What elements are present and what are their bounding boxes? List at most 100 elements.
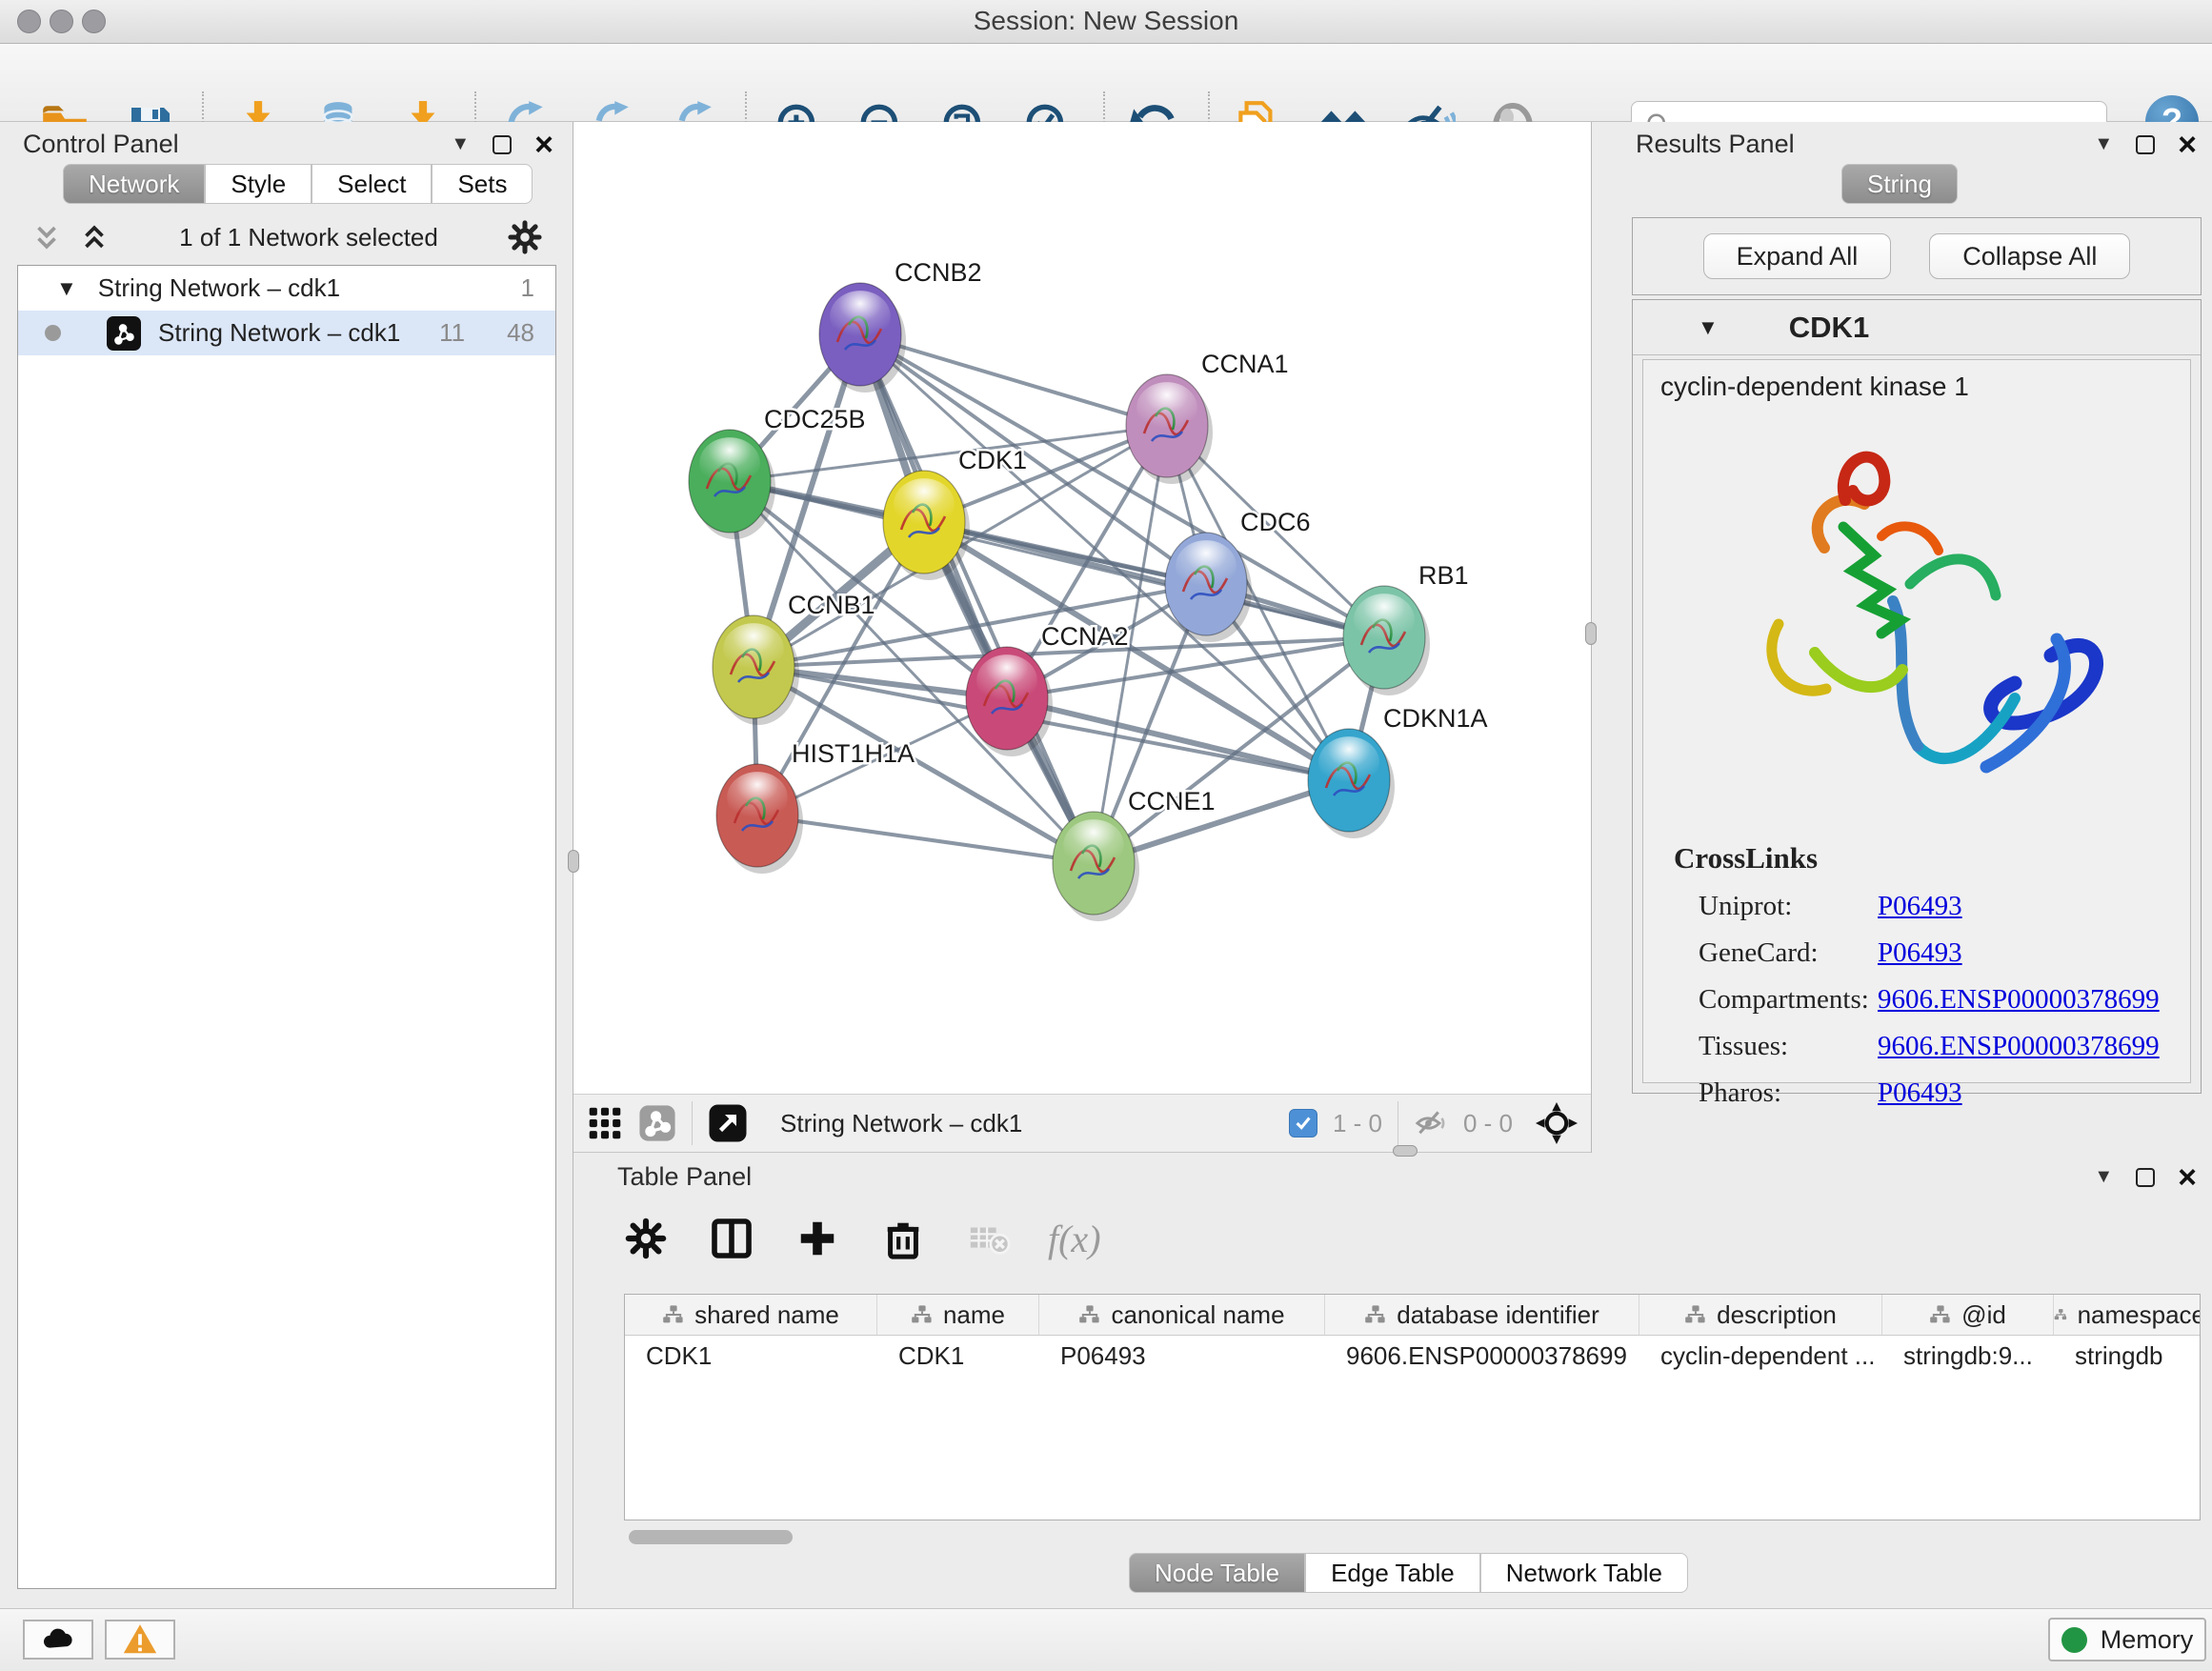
splitter-handle[interactable]	[568, 850, 579, 873]
divider	[692, 1101, 693, 1145]
network-tree-root-row[interactable]: ▼ String Network – cdk1 1	[18, 266, 555, 311]
tree-expand-icon[interactable]: ▼	[56, 276, 77, 301]
table-row[interactable]: CDK1CDK1P064939606.ENSP00000378699cyclin…	[625, 1336, 2200, 1376]
tab-node-table[interactable]: Node Table	[1129, 1553, 1305, 1593]
tab-sets[interactable]: Sets	[432, 164, 533, 204]
window-minimize-light[interactable]	[50, 10, 73, 33]
collapse-all-icon[interactable]	[30, 221, 63, 253]
crosslink-link[interactable]: 9606.ENSP00000378699	[1878, 984, 2160, 1016]
graph-node-CDC6[interactable]: CDC6	[1165, 508, 1311, 642]
column-header-@id[interactable]: @id	[1882, 1295, 2054, 1335]
panel-float-icon[interactable]	[2136, 1168, 2155, 1187]
tab-string[interactable]: String	[1841, 164, 1958, 204]
panel-collapse-icon[interactable]: ▼	[2094, 1166, 2113, 1188]
table-horizontal-scrollbar[interactable]	[629, 1530, 793, 1544]
panel-close-icon[interactable]: ×	[2178, 1168, 2197, 1187]
attribute-tree-icon	[1929, 1303, 1952, 1326]
panel-close-icon[interactable]: ×	[534, 135, 553, 154]
column-header-database-identifier[interactable]: database identifier	[1325, 1295, 1639, 1335]
crosslink-label: Compartments:	[1674, 984, 1878, 1016]
splitter-handle[interactable]	[1393, 1145, 1418, 1157]
expand-all-icon[interactable]	[78, 221, 111, 253]
cloud-status-button[interactable]	[23, 1620, 93, 1660]
table-cell[interactable]: stringdb:9...	[1882, 1336, 2054, 1376]
crosslink-link[interactable]: P06493	[1878, 1077, 1962, 1109]
graph-node-CCNE1[interactable]: CCNE1	[1053, 787, 1216, 921]
network-tree: ▼ String Network – cdk1 1 String Network…	[17, 265, 556, 1589]
birds-eye-crosshair-icon[interactable]	[1536, 1102, 1578, 1144]
network-options-gear-icon[interactable]	[507, 219, 543, 255]
control-panel-header-icons: ▼ ×	[451, 133, 553, 155]
warnings-button[interactable]	[105, 1620, 175, 1660]
table-panel-header-icons: ▼ ×	[2094, 1166, 2197, 1188]
column-header-namespace[interactable]: namespace	[2054, 1295, 2201, 1335]
table-cell[interactable]: CDK1	[625, 1336, 877, 1376]
crosslink-label: Pharos:	[1674, 1077, 1878, 1109]
network-view-title: String Network – cdk1	[780, 1109, 1022, 1138]
crosslink-link[interactable]: 9606.ENSP00000378699	[1878, 1031, 2160, 1062]
tab-network-table[interactable]: Network Table	[1480, 1553, 1688, 1593]
panel-float-icon[interactable]	[2136, 135, 2155, 154]
network-tree-child-row[interactable]: String Network – cdk1 11 48	[18, 311, 555, 355]
crosslink-row: Tissues:9606.ENSP00000378699	[1674, 1031, 2160, 1062]
gene-name: CDK1	[1789, 311, 1869, 345]
table-cell[interactable]: stringdb	[2054, 1336, 2201, 1376]
crosslink-link[interactable]: P06493	[1878, 891, 1962, 922]
control-panel-title: Control Panel	[23, 130, 179, 159]
graph-node-RB1[interactable]: RB1	[1343, 561, 1469, 695]
window-zoom-light[interactable]	[82, 10, 106, 33]
crosslink-label: Tissues:	[1674, 1031, 1878, 1062]
graph-node-CCNA2[interactable]: CCNA2	[966, 622, 1129, 756]
node-label-RB1: RB1	[1418, 561, 1469, 590]
expand-all-button[interactable]: Expand All	[1703, 233, 1892, 279]
tab-edge-table[interactable]: Edge Table	[1305, 1553, 1480, 1593]
graph-node-CCNB1[interactable]: CCNB1	[713, 591, 875, 725]
column-header-name[interactable]: name	[877, 1295, 1039, 1335]
tab-network[interactable]: Network	[63, 164, 205, 204]
crosslink-label: GeneCard:	[1674, 937, 1878, 969]
table-cell[interactable]: 9606.ENSP00000378699	[1325, 1336, 1639, 1376]
control-panel-tabs: NetworkStyleSelectSets	[63, 164, 533, 204]
column-header-canonical-name[interactable]: canonical name	[1039, 1295, 1325, 1335]
crosslink-link[interactable]: P06493	[1878, 937, 1962, 969]
memory-button[interactable]: Memory	[2048, 1618, 2206, 1661]
table-cell[interactable]: cyclin-dependent ...	[1639, 1336, 1882, 1376]
gene-details: cyclin-dependent kinase 1 CrossL	[1642, 359, 2191, 1083]
node-label-CCNA2: CCNA2	[1041, 622, 1129, 651]
node-table: shared namenamecanonical namedatabase id…	[624, 1294, 2201, 1520]
panel-float-icon[interactable]	[493, 135, 512, 154]
crosslinks-section: CrossLinks Uniprot:P06493GeneCard:P06493…	[1674, 841, 2160, 1109]
memory-status-dot	[2061, 1627, 2087, 1653]
table-options-gear-icon[interactable]	[619, 1212, 673, 1265]
crosslink-row: Pharos:P06493	[1674, 1077, 2160, 1109]
collapse-all-button[interactable]: Collapse All	[1929, 233, 2130, 279]
tab-style[interactable]: Style	[205, 164, 312, 204]
delete-column-trash-icon[interactable]	[876, 1212, 930, 1265]
selected-checkbox-icon[interactable]	[1289, 1109, 1317, 1137]
column-header-shared-name[interactable]: shared name	[625, 1295, 877, 1335]
node-label-CCNE1: CCNE1	[1128, 787, 1216, 815]
column-header-description[interactable]: description	[1639, 1295, 1882, 1335]
crosslinks-heading: CrossLinks	[1674, 841, 2160, 876]
add-column-icon[interactable]	[791, 1212, 844, 1265]
graph-node-HIST1H1A[interactable]: HIST1H1A	[716, 739, 915, 874]
section-expand-icon[interactable]: ▼	[1698, 315, 1719, 340]
show-columns-icon[interactable]	[705, 1212, 758, 1265]
network-view-mode-icon[interactable]	[638, 1104, 676, 1142]
detach-view-icon[interactable]	[708, 1103, 748, 1143]
panel-close-icon[interactable]: ×	[2178, 135, 2197, 154]
panel-collapse-icon[interactable]: ▼	[2094, 133, 2113, 155]
network-canvas[interactable]: CCNB2CCNA1CDC25BCDK1CDC6RB1CCNB1CCNA2CDK…	[573, 122, 1591, 1094]
grid-view-icon[interactable]	[587, 1105, 623, 1141]
node-label-CCNB2: CCNB2	[895, 258, 982, 287]
tab-select[interactable]: Select	[312, 164, 432, 204]
table-cell[interactable]: P06493	[1039, 1336, 1325, 1376]
splitter-handle[interactable]	[1585, 622, 1597, 645]
table-cell[interactable]: CDK1	[877, 1336, 1039, 1376]
window-close-light[interactable]	[17, 10, 41, 33]
panel-collapse-icon[interactable]: ▼	[451, 133, 470, 155]
hidden-eye-slash-icon[interactable]	[1414, 1106, 1448, 1140]
hidden-node-edge-counts: 0 - 0	[1463, 1109, 1513, 1138]
gene-section-header[interactable]: ▼ CDK1	[1633, 300, 2201, 355]
graph-node-CDKN1A[interactable]: CDKN1A	[1308, 704, 1488, 838]
